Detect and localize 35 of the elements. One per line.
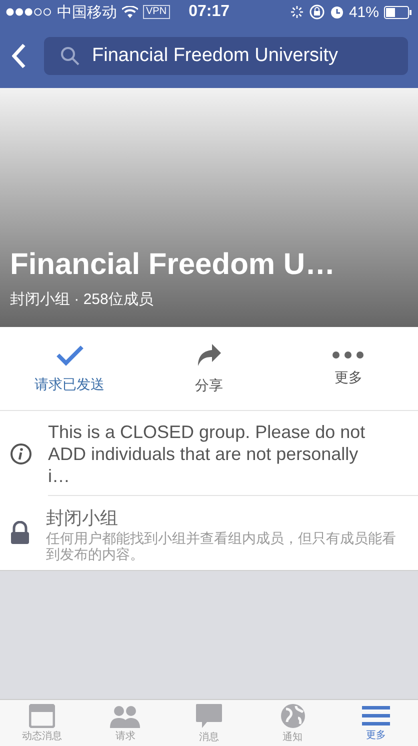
- info-icon: [10, 442, 32, 464]
- action-button[interactable]: 更多: [278, 327, 418, 410]
- newsfeed-icon: [28, 704, 55, 728]
- vpn-indicator: VPN: [143, 5, 170, 19]
- back-icon[interactable]: [12, 43, 26, 69]
- tab-bar-item[interactable]: 通知: [250, 700, 334, 746]
- signal-icon: [6, 8, 52, 16]
- battery-icon: [384, 6, 412, 18]
- people-icon: [109, 704, 142, 728]
- carrier-name: 中国移动: [57, 2, 117, 22]
- alarm-icon: [330, 5, 344, 19]
- group-meta: 封闭小组 · 258位成员: [10, 290, 154, 309]
- check-icon: [56, 344, 84, 366]
- privacy-title: 封闭小组: [46, 507, 119, 530]
- privacy-description: 任何用户都能找到小组并查看组内成员，但只有成员能看到发布的内容。: [46, 530, 397, 562]
- tab-bar-item[interactable]: 请求: [84, 700, 168, 746]
- globe-icon: [280, 702, 306, 728]
- battery-percent: 41%: [348, 4, 379, 20]
- share-arrow-icon: [196, 342, 222, 366]
- menu-icon: [362, 704, 390, 726]
- group-name: Financial Freedom U…: [10, 248, 336, 282]
- status-time: 07:17: [188, 3, 230, 21]
- rotation-lock-icon: [308, 4, 325, 20]
- lock-icon: [10, 521, 30, 545]
- activity-spinner-icon: [290, 5, 304, 19]
- group-description: This is a CLOSED group. Please do not ADD individuals that are not personally i…: [48, 421, 366, 487]
- chat-bubble-icon: [194, 702, 223, 728]
- search-field[interactable]: Financial Freedom University: [44, 37, 408, 75]
- more-icon: [332, 350, 364, 358]
- tab-bar-item[interactable]: 更多: [334, 700, 418, 746]
- tab-bar-item[interactable]: 消息: [167, 700, 251, 746]
- action-button[interactable]: 分享: [139, 327, 279, 410]
- wifi-icon: [122, 6, 138, 18]
- action-button[interactable]: 请求已发送: [0, 327, 140, 410]
- tab-bar-item[interactable]: 动态消息: [0, 700, 84, 746]
